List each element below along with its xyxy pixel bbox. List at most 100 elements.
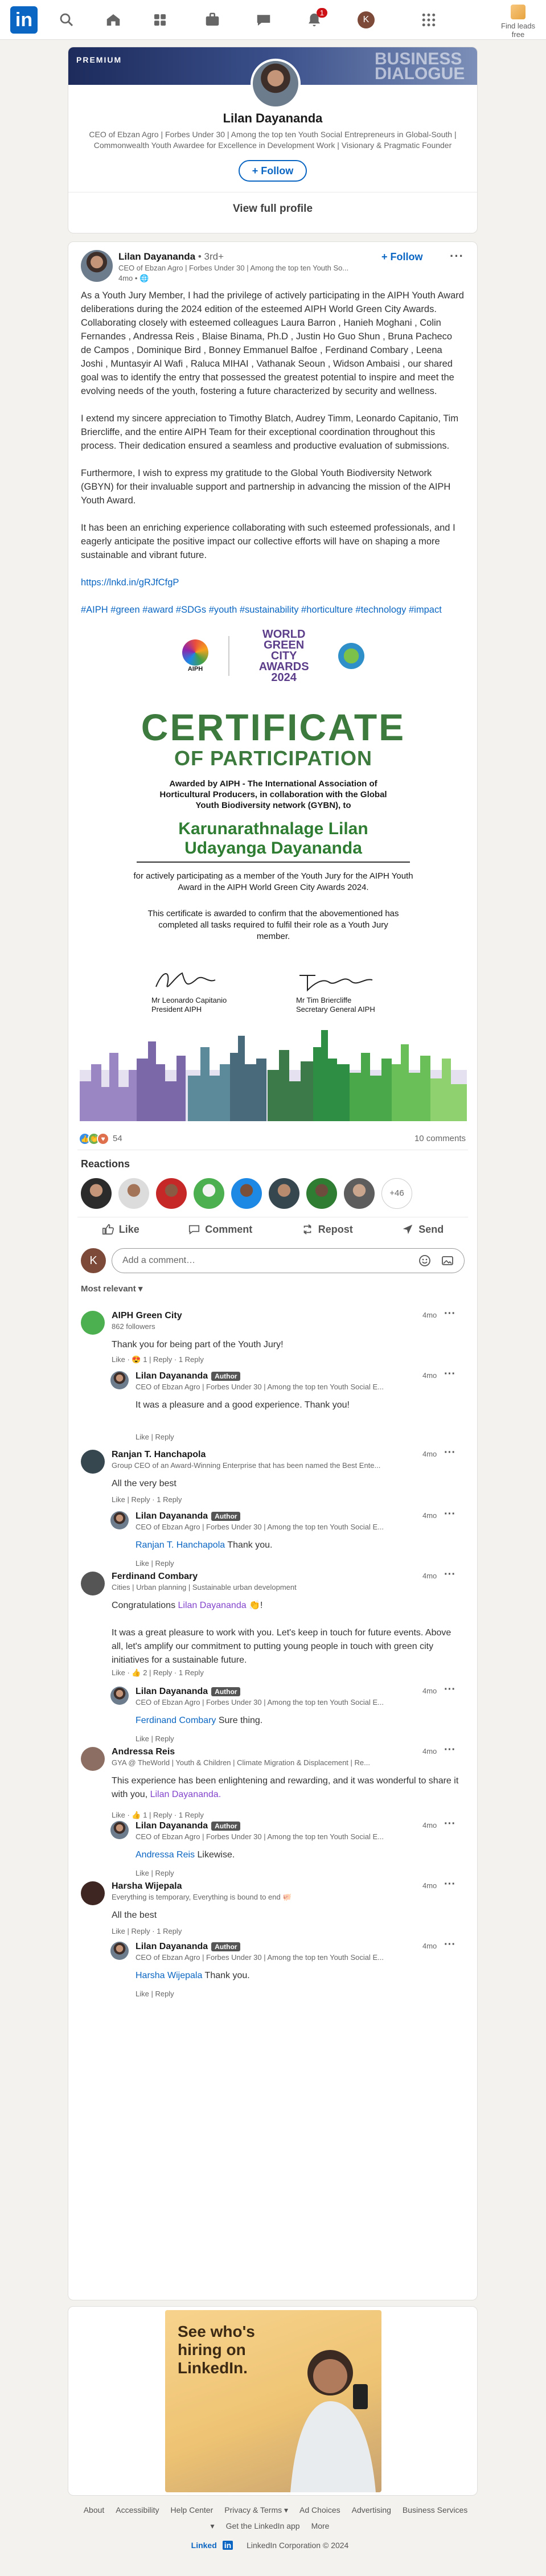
comment-time: 4mo: [422, 1311, 437, 1319]
comment-actions[interactable]: Like | Reply: [136, 1990, 174, 1998]
comment-author[interactable]: Andressa Reis: [112, 1747, 175, 1757]
reactor-avatar[interactable]: [118, 1178, 149, 1209]
comment-more-icon[interactable]: ···: [444, 1307, 455, 1320]
comment-more-icon[interactable]: ···: [444, 1508, 455, 1521]
comment-more-icon[interactable]: ···: [444, 1683, 455, 1696]
comment-more-icon[interactable]: ···: [444, 1744, 455, 1757]
comment-author[interactable]: Lilan Dayananda Author: [136, 1511, 241, 1521]
comment-actions[interactable]: Like · 👍 2 | Reply · 1 Reply: [112, 1668, 204, 1677]
emoji-icon[interactable]: [418, 1254, 432, 1270]
comment-avatar[interactable]: [81, 1881, 105, 1905]
comment-author[interactable]: Ranjan T. Hanchapola: [112, 1450, 206, 1460]
comment-actions[interactable]: Like | Reply · 1 Reply: [112, 1495, 182, 1504]
mention-link[interactable]: Andressa Reis: [136, 1850, 195, 1860]
reactor-avatar[interactable]: [231, 1178, 262, 1209]
comment-author-headline: Group CEO of an Award-Winning Enterprise…: [112, 1461, 381, 1470]
comment-avatar[interactable]: [110, 1371, 129, 1389]
certificate-image[interactable]: AIPH WORLD GREEN CITY AWARDS 2024 CERTIF…: [68, 626, 477, 1127]
reactor-avatar[interactable]: [344, 1178, 375, 1209]
premium-upsell[interactable]: Find leads free: [496, 5, 540, 39]
comment-author[interactable]: Lilan Dayananda Author: [136, 1821, 241, 1831]
search-icon[interactable]: [57, 10, 76, 30]
post-hashtags[interactable]: #AIPH #green #award #SDGs #youth #sustai…: [81, 603, 465, 617]
comment-actions[interactable]: Like | Reply: [136, 1869, 174, 1877]
reactor-avatar[interactable]: [81, 1178, 112, 1209]
messaging-icon[interactable]: [254, 10, 273, 30]
comment-author[interactable]: Ferdinand Combary: [112, 1572, 198, 1582]
more-reactors[interactable]: +46: [381, 1178, 412, 1209]
footer-link[interactable]: Ad Choices: [299, 2505, 340, 2515]
comment-count[interactable]: 10 comments: [414, 1134, 466, 1143]
reactions-summary[interactable]: 👍 👏 ♥ 54 10 comments: [68, 1127, 477, 1150]
footer-link[interactable]: Help Center: [171, 2505, 214, 2515]
post-link[interactable]: https://lnkd.in/gRJfCfgP: [81, 577, 179, 588]
comment-actions[interactable]: Like | Reply · 1 Reply: [112, 1927, 182, 1935]
comment-button[interactable]: Comment: [188, 1223, 252, 1236]
view-full-profile-link[interactable]: View full profile: [68, 192, 477, 228]
reaction-count[interactable]: 54: [113, 1134, 122, 1143]
comment-avatar[interactable]: [110, 1942, 129, 1960]
notifications-icon[interactable]: 1: [305, 8, 327, 30]
home-icon[interactable]: [104, 10, 123, 30]
post-author[interactable]: Lilan Dayananda • 3rd+: [118, 251, 224, 262]
comment-avatar[interactable]: [81, 1747, 105, 1771]
post-follow-button[interactable]: + Follow: [381, 251, 423, 263]
comment-more-icon[interactable]: ···: [444, 1878, 455, 1891]
comment-avatar[interactable]: [81, 1572, 105, 1595]
send-button[interactable]: Send: [401, 1223, 444, 1236]
comment-avatar[interactable]: [81, 1450, 105, 1474]
author-avatar[interactable]: [81, 250, 113, 282]
sort-comments-dropdown[interactable]: Most relevant ▾: [68, 1281, 477, 1301]
comment-more-icon[interactable]: ···: [444, 1938, 455, 1951]
apps-grid-icon[interactable]: [419, 10, 438, 30]
footer-link[interactable]: Accessibility: [116, 2505, 159, 2515]
footer-link[interactable]: About: [84, 2505, 105, 2515]
repost-button[interactable]: Repost: [301, 1223, 353, 1236]
comment-actions[interactable]: Like | Reply: [136, 1734, 174, 1743]
profile-name[interactable]: Lilan Dayananda: [68, 111, 477, 126]
linkedin-logo[interactable]: in: [10, 6, 38, 34]
profile-avatar[interactable]: [251, 59, 301, 109]
comment-actions[interactable]: Like · 😍 1 | Reply · 1 Reply: [112, 1355, 204, 1364]
comment-time: 4mo: [422, 1371, 437, 1380]
comment-actions[interactable]: Like · 👍 1 | Reply · 1 Reply: [112, 1811, 204, 1820]
me-avatar[interactable]: K: [358, 11, 375, 28]
footer-link[interactable]: Get the LinkedIn app: [226, 2521, 300, 2530]
mention-link[interactable]: Ranjan T. Hanchapola: [136, 1540, 225, 1550]
comment-avatar[interactable]: [110, 1687, 129, 1705]
mention-link[interactable]: Ferdinand Combary: [136, 1716, 216, 1725]
more-options-icon[interactable]: ···: [450, 249, 464, 264]
reactor-avatar[interactable]: [306, 1178, 337, 1209]
gybn-logo: [338, 643, 364, 669]
like-button[interactable]: Like: [102, 1223, 139, 1236]
reactor-avatar[interactable]: [269, 1178, 299, 1209]
mention-link[interactable]: Harsha Wijepala: [136, 1971, 202, 1980]
comment-more-icon[interactable]: ···: [444, 1818, 455, 1831]
footer-link[interactable]: Privacy & Terms ▾: [224, 2505, 288, 2515]
comment-author[interactable]: Lilan Dayananda Author: [136, 1942, 241, 1952]
comment-avatar[interactable]: [110, 1821, 129, 1839]
comment-actions[interactable]: Like | Reply: [136, 1559, 174, 1568]
footer-link[interactable]: More: [311, 2521, 330, 2530]
comment-avatar[interactable]: [110, 1511, 129, 1529]
hiring-ad[interactable]: See who's hiring on LinkedIn.: [165, 2310, 381, 2492]
jobs-icon[interactable]: [203, 10, 222, 30]
footer-link[interactable]: Advertising: [352, 2505, 391, 2515]
photo-icon[interactable]: [441, 1254, 454, 1270]
comment-input[interactable]: Add a comment…: [112, 1248, 465, 1273]
reactor-avatar[interactable]: [156, 1178, 187, 1209]
my-network-icon[interactable]: [150, 10, 170, 30]
comment-more-icon[interactable]: ···: [444, 1368, 455, 1381]
comment-author[interactable]: Harsha Wijepala: [112, 1881, 182, 1892]
comment-author[interactable]: Lilan Dayananda Author: [136, 1371, 241, 1381]
mention-link[interactable]: Lilan Dayananda.: [150, 1790, 221, 1799]
comment-more-icon[interactable]: ···: [444, 1568, 455, 1581]
comment-more-icon[interactable]: ···: [444, 1446, 455, 1459]
mention-link[interactable]: Lilan Dayananda: [178, 1601, 247, 1610]
comment-avatar[interactable]: [81, 1311, 105, 1335]
comment-author[interactable]: Lilan Dayananda Author: [136, 1687, 241, 1697]
follow-button[interactable]: + Follow: [239, 160, 307, 182]
reactor-avatar[interactable]: [194, 1178, 224, 1209]
comment-author[interactable]: AIPH Green City: [112, 1311, 182, 1321]
comment-actions[interactable]: Like | Reply: [136, 1433, 174, 1441]
